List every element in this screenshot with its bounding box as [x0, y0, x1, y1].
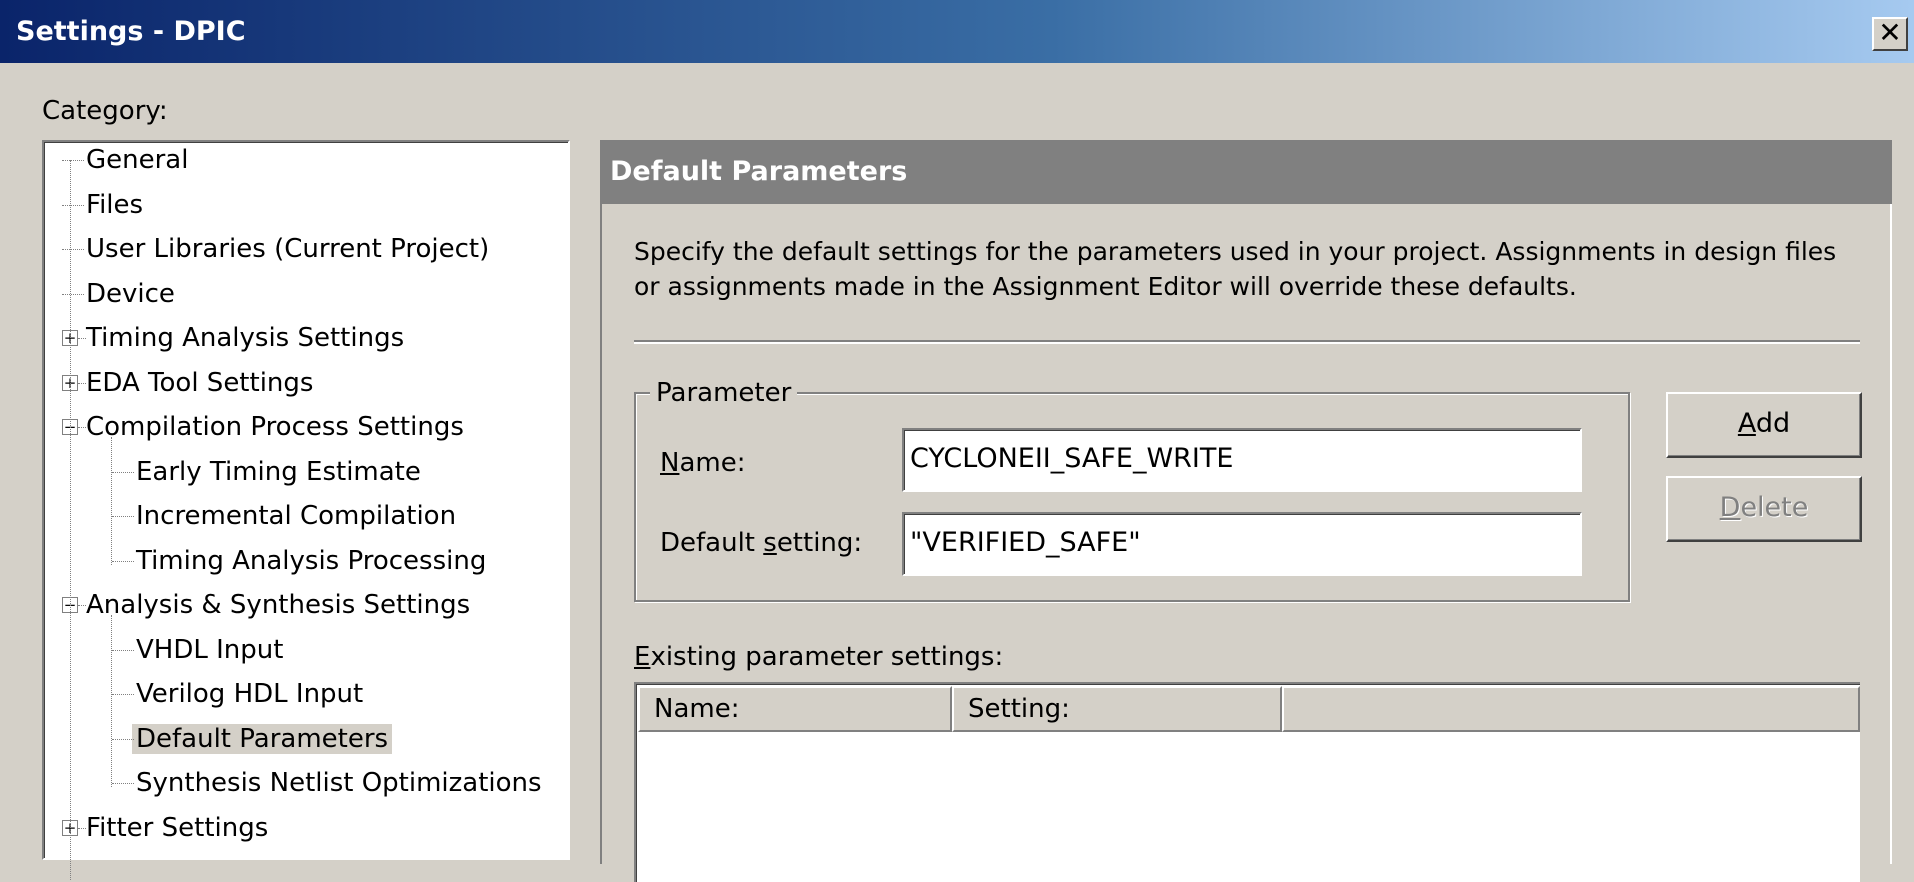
tree-item-label: Compilation Process Settings	[86, 412, 464, 442]
tree-item-label: VHDL Input	[136, 634, 284, 665]
tree-connector	[112, 471, 134, 473]
tree-connector	[78, 827, 86, 829]
tree-connector	[112, 649, 134, 651]
tree-item-label: Synthesis Netlist Optimizations	[136, 768, 542, 798]
tree-connector	[62, 293, 84, 295]
tree-connector	[112, 694, 134, 695]
delete-button[interactable]: Delete	[1666, 476, 1862, 542]
tree-connector	[62, 160, 84, 161]
tree-connector	[112, 560, 134, 562]
category-tree[interactable]: General Files User Libraries (Current Proj…	[42, 140, 570, 880]
parameter-group-label: Parameter	[650, 378, 798, 408]
tree-item-label: User Libraries (Current Project)	[86, 234, 490, 264]
tree-item-label: Timing Analysis Settings	[86, 323, 405, 353]
existing-settings-label: Existing parameter settings:	[634, 642, 1004, 672]
tree-guide	[111, 615, 112, 787]
title-bar: Settings - DPIC ✕	[0, 0, 1914, 63]
add-button[interactable]: Add	[1666, 392, 1862, 458]
column-header-name[interactable]: Name:	[638, 686, 952, 732]
column-header-setting[interactable]: Setting:	[952, 686, 1282, 732]
tree-item-label: Fitter Settings	[86, 812, 269, 843]
default-setting-label: Default setting:	[660, 528, 863, 558]
tree-item-label: Files	[86, 189, 144, 220]
tree-item[interactable]: General	[62, 140, 192, 180]
tree-guide	[70, 160, 71, 880]
tree-connector	[78, 382, 86, 384]
category-label: Category:	[42, 96, 168, 126]
column-header-blank[interactable]	[1282, 686, 1860, 732]
tree-item-label: Timing Analysis Processing	[136, 545, 487, 576]
close-icon: ✕	[1878, 16, 1902, 49]
tree-connector	[112, 516, 134, 517]
tree-item[interactable]: VHDL Input	[112, 630, 287, 670]
panel-title: Default Parameters	[600, 140, 1892, 204]
tree-connector	[62, 204, 84, 206]
tree-item-label: Analysis & Synthesis Settings	[86, 590, 471, 620]
name-label: Name:	[660, 448, 746, 478]
default-setting-input[interactable]: "VERIFIED_SAFE"	[902, 512, 1582, 576]
tree-connector	[78, 427, 86, 428]
tree-item[interactable]: + Timing Analysis Settings	[62, 318, 408, 358]
tree-item[interactable]: Files	[62, 185, 147, 225]
tree-guide	[111, 437, 112, 565]
tree-item-label: Device	[86, 278, 175, 309]
tree-item-label: Verilog HDL Input	[136, 679, 364, 709]
tree-item[interactable]: Incremental Compilation	[112, 496, 460, 536]
tree-item[interactable]: User Libraries (Current Project)	[62, 229, 493, 269]
tree-connector	[112, 783, 134, 784]
tree-item-label: Incremental Compilation	[136, 501, 457, 531]
tree-item[interactable]: Early Timing Estimate	[112, 452, 425, 492]
tree-item[interactable]: Default Parameters	[112, 719, 393, 759]
tree-item-label: EDA Tool Settings	[86, 367, 314, 398]
tree-item[interactable]: Synthesis Netlist Optimizations	[112, 763, 546, 803]
tree-item[interactable]: + EDA Tool Settings	[62, 363, 317, 403]
tree-item-label: Early Timing Estimate	[136, 456, 421, 487]
tree-item-label: General	[86, 145, 189, 175]
close-button[interactable]: ✕	[1872, 17, 1908, 51]
tree-item[interactable]: Verilog HDL Input	[112, 674, 367, 714]
tree-item[interactable]: − Compilation Process Settings	[62, 407, 468, 447]
tree-connector	[112, 738, 134, 740]
existing-settings-list[interactable]: Name: Setting:	[634, 682, 1860, 882]
separator	[634, 340, 1860, 344]
tree-connector	[78, 338, 86, 339]
tree-connector	[78, 605, 86, 606]
tree-item[interactable]: Device	[62, 274, 179, 314]
name-input[interactable]: CYCLONEII_SAFE_WRITE	[902, 428, 1582, 492]
window-title: Settings - DPIC	[16, 16, 246, 47]
tree-connector	[62, 249, 84, 250]
tree-item[interactable]: Timing Analysis Processing	[112, 541, 490, 581]
panel-description: Specify the default settings for the par…	[634, 237, 1837, 301]
tree-item[interactable]: − Analysis & Synthesis Settings	[62, 585, 474, 625]
tree-item-label: Default Parameters	[132, 723, 393, 754]
